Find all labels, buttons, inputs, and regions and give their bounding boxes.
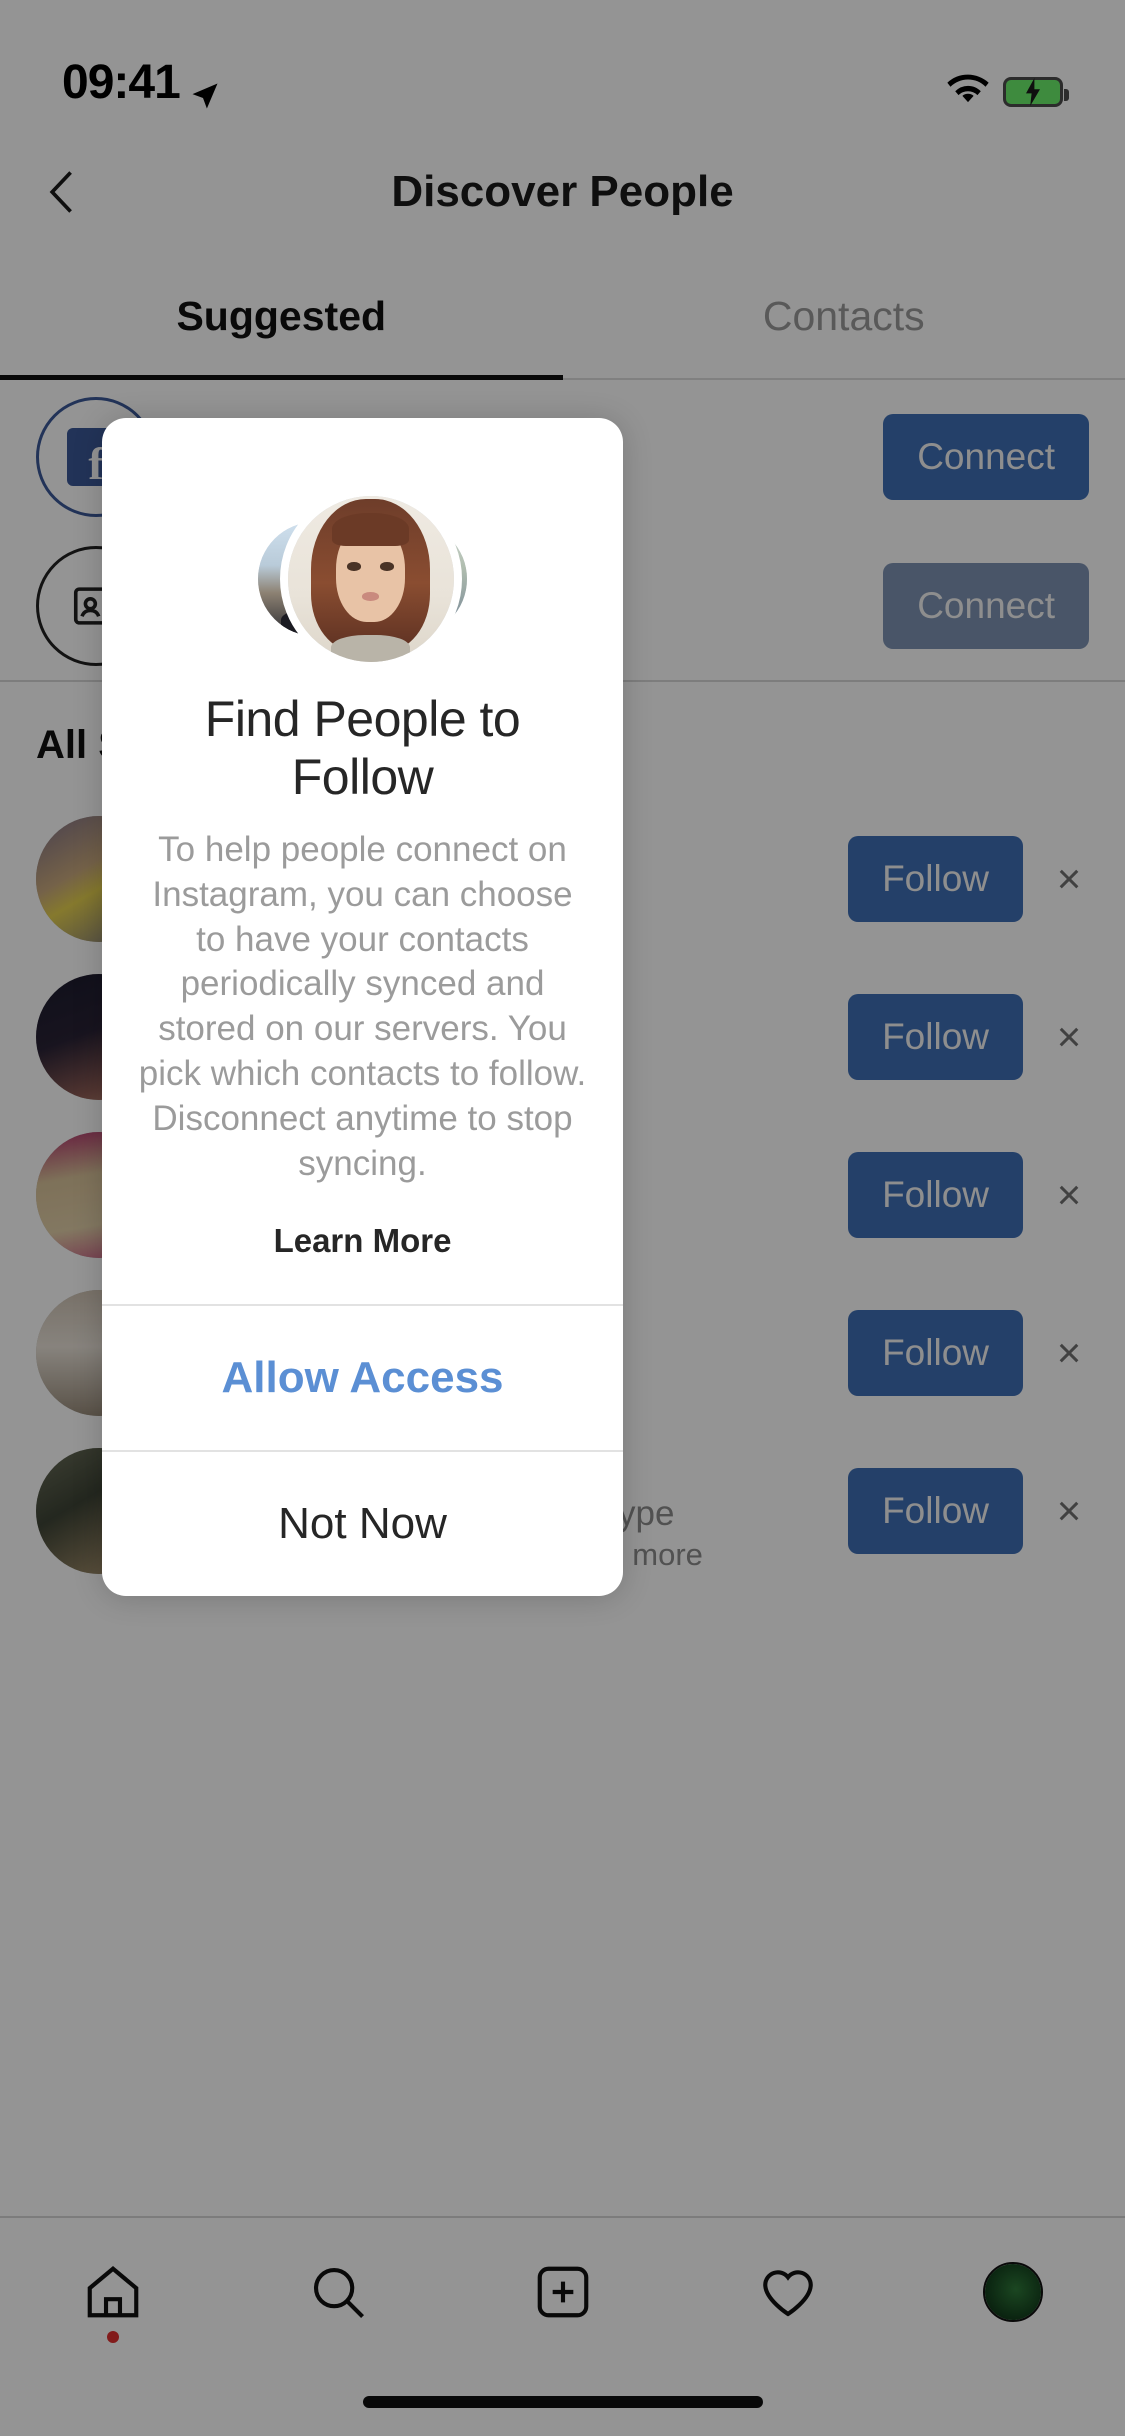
modal-body: Find People to Follow To help people con… xyxy=(102,418,623,1304)
find-people-modal: Find People to Follow To help people con… xyxy=(102,418,623,1597)
allow-access-button[interactable]: Allow Access xyxy=(102,1304,623,1450)
modal-description: To help people connect on Instagram, you… xyxy=(138,830,587,1183)
not-now-button[interactable]: Not Now xyxy=(102,1450,623,1596)
learn-more-link[interactable]: Learn More xyxy=(128,1222,597,1304)
avatar-woman-auburn xyxy=(279,488,462,670)
modal-avatar-cluster xyxy=(128,478,597,670)
modal-title: Find People to Follow xyxy=(204,691,521,805)
phone-screen: 09:41 Discover People Suggested Contacts… xyxy=(0,0,1125,2436)
